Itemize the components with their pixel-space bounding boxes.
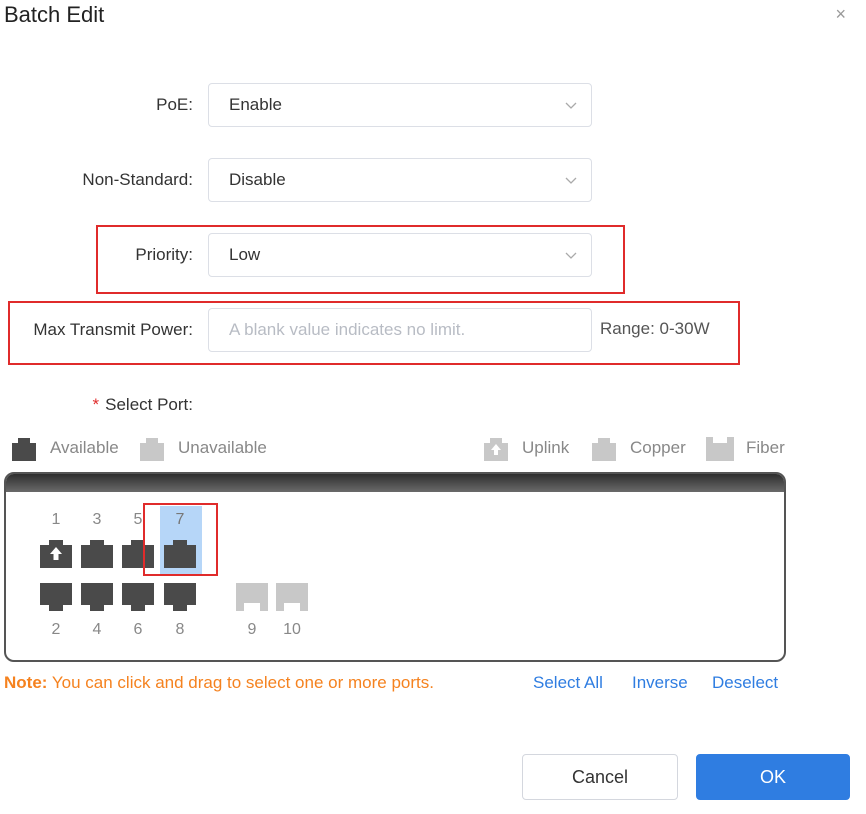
fiber-port-icon — [276, 583, 308, 611]
copper-port-icon — [122, 583, 154, 611]
chevron-down-icon — [565, 102, 577, 109]
ok-button[interactable]: OK — [696, 754, 850, 800]
select-port-label: * Select Port: — [60, 395, 194, 415]
fiber-port-icon — [706, 437, 734, 461]
port-7-copper[interactable] — [164, 540, 196, 568]
deselect-link[interactable]: Deselect — [712, 673, 778, 693]
select-port-text: Select Port: — [105, 395, 193, 414]
legend-fiber: Fiber — [704, 435, 785, 461]
note-prefix: Note: — [4, 673, 48, 692]
select-all-link[interactable]: Select All — [533, 673, 603, 693]
port-4-copper[interactable] — [81, 583, 113, 611]
port-number-6: 6 — [133, 621, 143, 638]
port-number-4: 4 — [92, 621, 102, 638]
legend-uplink-label: Uplink — [522, 438, 570, 457]
dialog-title: Batch Edit — [4, 2, 105, 27]
port-3-copper[interactable] — [81, 540, 113, 568]
port-1-uplink[interactable] — [40, 540, 72, 568]
chevron-down-icon — [565, 252, 577, 259]
max-power-label: Max Transmit Power: — [33, 320, 193, 339]
priority-label: Priority: — [135, 245, 193, 264]
poe-select[interactable]: Enable — [208, 83, 592, 127]
port-number-5: 5 — [133, 511, 143, 528]
non-standard-label: Non-Standard: — [82, 170, 193, 189]
copper-port-icon — [40, 583, 72, 611]
cancel-button[interactable]: Cancel — [522, 754, 678, 800]
port-10-fiber[interactable] — [276, 583, 308, 611]
available-port-icon — [12, 438, 36, 461]
batch-edit-dialog: Batch Edit × PoE: Enable Non-Standard: D… — [0, 0, 866, 814]
copper-port-icon — [164, 583, 196, 611]
port-number-1: 1 — [51, 511, 61, 528]
uplink-port-icon — [484, 438, 508, 461]
port-number-3: 3 — [92, 511, 102, 528]
fiber-port-icon — [236, 583, 268, 611]
required-mark: * — [92, 395, 100, 414]
copper-port-icon — [164, 540, 196, 568]
switch-panel-top-bar — [6, 474, 784, 492]
legend-unavailable: Unavailable — [136, 435, 267, 461]
legend-available-label: Available — [50, 438, 119, 457]
legend-copper-label: Copper — [630, 438, 686, 457]
port-8-copper[interactable] — [164, 583, 196, 611]
port-number-2: 2 — [51, 621, 61, 638]
port-number-8: 8 — [175, 621, 185, 638]
port-5-copper[interactable] — [122, 540, 154, 568]
copper-port-icon — [592, 438, 616, 461]
port-number-7: 7 — [175, 511, 185, 528]
chevron-down-icon — [565, 177, 577, 184]
max-power-range: Range: 0-30W — [600, 319, 710, 338]
port-number-9: 9 — [247, 621, 257, 638]
max-power-input[interactable] — [208, 308, 592, 352]
priority-select[interactable]: Low — [208, 233, 592, 277]
close-icon[interactable]: × — [835, 4, 846, 25]
copper-port-icon — [81, 583, 113, 611]
port-6-copper[interactable] — [122, 583, 154, 611]
port-number-10: 10 — [283, 621, 301, 638]
port-2-copper[interactable] — [40, 583, 72, 611]
legend-uplink: Uplink — [480, 435, 569, 461]
non-standard-value: Disable — [229, 170, 286, 189]
unavailable-port-icon — [140, 438, 164, 461]
legend-fiber-label: Fiber — [746, 438, 785, 457]
non-standard-select[interactable]: Disable — [208, 158, 592, 202]
priority-value: Low — [229, 245, 261, 264]
legend-unavailable-label: Unavailable — [178, 438, 267, 457]
copper-port-icon — [122, 540, 154, 568]
note-text: You can click and drag to select one or … — [47, 673, 434, 692]
port-9-fiber[interactable] — [236, 583, 268, 611]
inverse-link[interactable]: Inverse — [632, 673, 688, 693]
poe-value: Enable — [229, 95, 282, 114]
uplink-port-icon — [40, 540, 72, 568]
drag-select-note: Note: You can click and drag to select o… — [4, 673, 434, 693]
legend-available: Available — [8, 435, 119, 461]
legend-copper: Copper — [588, 435, 686, 461]
copper-port-icon — [81, 540, 113, 568]
poe-label: PoE: — [156, 95, 193, 114]
